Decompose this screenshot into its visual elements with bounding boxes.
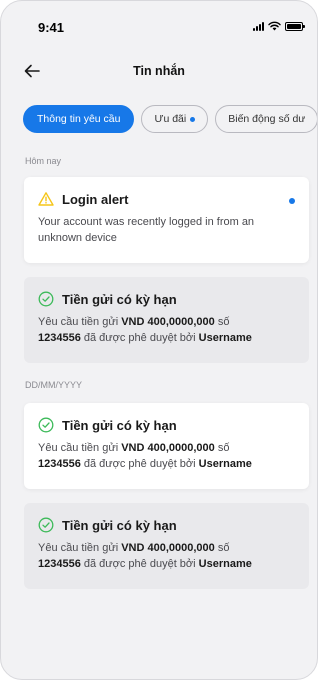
header: Tin nhắn xyxy=(1,53,317,89)
check-circle-icon xyxy=(38,417,54,433)
body-text: đã được phê duyệt bởi xyxy=(80,332,199,344)
approver-username: Username xyxy=(198,558,252,570)
battery-icon xyxy=(285,21,305,31)
phone-screen: 9:41 Tin nhắn Thông tin yêu cầu Ưu đãi B… xyxy=(0,0,318,680)
account-number: 1234556 xyxy=(38,332,81,344)
card-header: Tiền gửi có kỳ hạn xyxy=(38,291,295,307)
notification-card[interactable]: Tiền gửi có kỳ hạn Yêu cầu tiền gửi VND … xyxy=(24,277,309,363)
deposit-amount: VND 400,0000,000 xyxy=(121,316,215,328)
page-title: Tin nhắn xyxy=(133,64,185,78)
notification-card[interactable]: Login alert Your account was recently lo… xyxy=(24,177,309,263)
body-text: Yêu cầu tiền gửi xyxy=(38,542,122,554)
notification-card[interactable]: Tiền gửi có kỳ hạn Yêu cầu tiền gửi VND … xyxy=(24,403,309,489)
card-body: Yêu cầu tiền gửi VND 400,0000,000 số 123… xyxy=(38,314,295,346)
tab-offers[interactable]: Ưu đãi xyxy=(141,105,209,133)
approver-username: Username xyxy=(198,332,252,344)
unread-dot-icon xyxy=(190,116,196,122)
card-title: Login alert xyxy=(62,191,129,207)
warning-icon xyxy=(38,192,54,206)
unread-dot-icon xyxy=(289,198,295,204)
body-text: Yêu cầu tiền gửi xyxy=(38,442,122,454)
check-circle-icon xyxy=(38,291,54,307)
tab-label: Ưu đãi xyxy=(154,113,187,125)
approver-username: Username xyxy=(198,458,252,470)
deposit-amount: VND 400,0000,000 xyxy=(121,542,215,554)
section-label-today: Hôm nay xyxy=(25,156,62,166)
tab-label: Thông tin yêu cầu xyxy=(37,113,121,125)
section-label-date: DD/MM/YYYY xyxy=(25,380,83,390)
body-text: số xyxy=(214,542,230,554)
account-number: 1234556 xyxy=(38,458,81,470)
body-text: Yêu cầu tiền gửi xyxy=(38,316,122,328)
card-header: Login alert xyxy=(38,191,295,207)
notification-card[interactable]: Tiền gửi có kỳ hạn Yêu cầu tiền gửi VND … xyxy=(24,503,309,589)
status-bar: 9:41 xyxy=(1,1,317,45)
body-text: đã được phê duyệt bởi xyxy=(80,558,199,570)
card-body: Your account was recently logged in from… xyxy=(38,216,255,244)
card-title: Tiền gửi có kỳ hạn xyxy=(62,517,177,533)
card-body: Yêu cầu tiền gửi VND 400,0000,000 số 123… xyxy=(38,440,295,472)
status-icons xyxy=(253,21,305,31)
signal-icon xyxy=(253,21,264,31)
tab-request-info[interactable]: Thông tin yêu cầu xyxy=(23,105,135,133)
card-body: Yêu cầu tiền gửi VND 400,0000,000 số 123… xyxy=(38,540,295,572)
tab-balance-changes[interactable]: Biến động số dư xyxy=(215,105,317,133)
body-text: đã được phê duyệt bởi xyxy=(80,458,199,470)
deposit-amount: VND 400,0000,000 xyxy=(121,442,215,454)
card-title: Tiền gửi có kỳ hạn xyxy=(62,291,177,307)
tab-bar: Thông tin yêu cầu Ưu đãi Biến động số dư xyxy=(23,105,317,133)
body-text: số xyxy=(214,442,230,454)
wifi-icon xyxy=(268,21,281,31)
check-circle-icon xyxy=(38,517,54,533)
card-title: Tiền gửi có kỳ hạn xyxy=(62,417,177,433)
account-number: 1234556 xyxy=(38,558,81,570)
status-time: 9:41 xyxy=(38,20,65,35)
body-text: số xyxy=(214,316,230,328)
card-header: Tiền gửi có kỳ hạn xyxy=(38,517,295,533)
card-header: Tiền gửi có kỳ hạn xyxy=(38,417,295,433)
tab-label: Biến động số dư xyxy=(228,113,306,125)
